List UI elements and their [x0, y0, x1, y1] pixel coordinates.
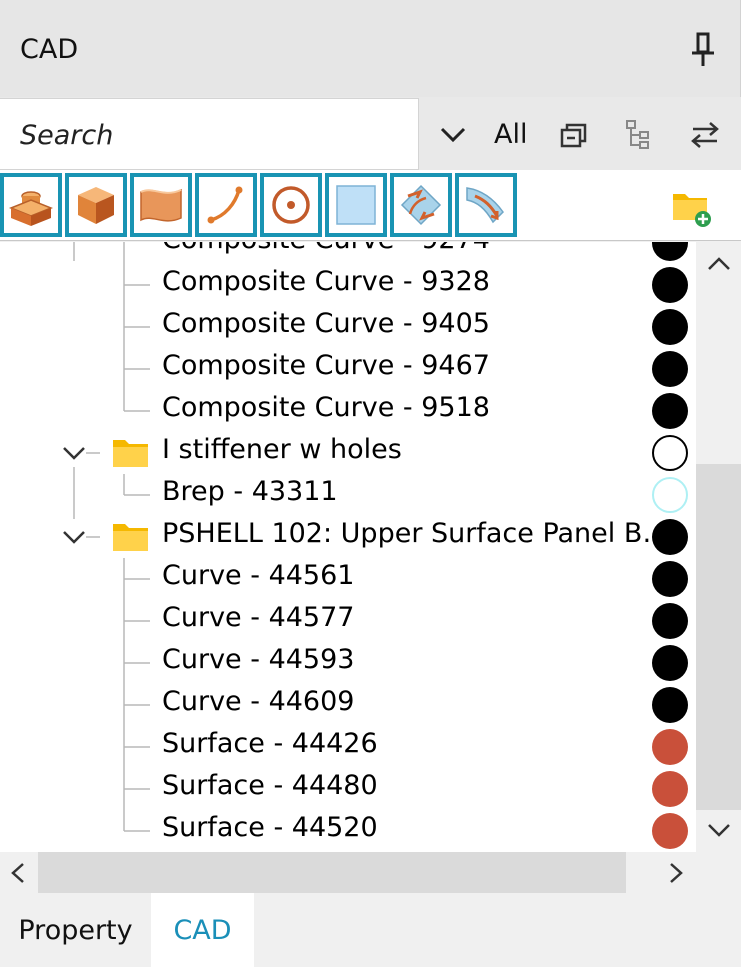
tab-property[interactable]: Property: [0, 893, 151, 967]
color-swatch[interactable]: [652, 813, 688, 849]
tree-row[interactable]: Brep - 43311: [0, 474, 696, 516]
sweep-button[interactable]: [455, 173, 517, 237]
tree-row[interactable]: Surface - 44480: [0, 768, 696, 810]
tree-row-label: Composite Curve - 9405: [162, 308, 490, 339]
tree-row-label: Surface - 44520: [162, 812, 378, 843]
point-button[interactable]: [260, 173, 322, 237]
curve-button[interactable]: [195, 173, 257, 237]
chevron-down-icon[interactable]: [705, 818, 733, 842]
transform-icon: [400, 184, 442, 226]
chevron-right-icon[interactable]: [664, 860, 688, 886]
tree-row-label: Brep - 43311: [162, 476, 338, 507]
swap-icon[interactable]: [688, 118, 722, 152]
point-icon: [272, 186, 310, 224]
tree-row[interactable]: Curve - 44577: [0, 600, 696, 642]
filter-select[interactable]: All: [494, 119, 527, 150]
chevron-down-icon[interactable]: [60, 526, 88, 548]
color-swatch[interactable]: [652, 729, 688, 765]
chevron-up-icon[interactable]: [705, 252, 733, 276]
pin-icon[interactable]: [686, 30, 720, 70]
tree-row-label: PSHELL 102: Upper Surface Panel B…: [162, 518, 670, 549]
tree-folder-row[interactable]: PSHELL 102: Upper Surface Panel B…: [0, 516, 696, 558]
color-swatch[interactable]: [652, 309, 688, 345]
folder-icon: [113, 440, 148, 467]
tree-row[interactable]: Composite Curve - 9405: [0, 306, 696, 348]
tree-row-label: Composite Curve - 9274: [162, 242, 490, 255]
folder-icon: [113, 524, 148, 551]
tree-row[interactable]: Composite Curve - 9467: [0, 348, 696, 390]
chevron-down-icon[interactable]: [436, 118, 470, 152]
tree-row-label: Composite Curve - 9328: [162, 266, 490, 297]
color-swatch[interactable]: [652, 603, 688, 639]
plane-button[interactable]: [325, 173, 387, 237]
color-swatch[interactable]: [652, 435, 688, 471]
tree-row-label: Composite Curve - 9467: [162, 350, 490, 381]
curve-icon: [207, 186, 243, 224]
panel-header: CAD: [0, 0, 741, 97]
search-box[interactable]: [0, 98, 419, 170]
panel-title: CAD: [20, 34, 79, 65]
create-toolbar: [0, 170, 741, 241]
tree-row[interactable]: Composite Curve - 9518: [0, 390, 696, 432]
surface-sheet-button[interactable]: [130, 173, 192, 237]
color-swatch[interactable]: [652, 687, 688, 723]
color-swatch[interactable]: [652, 519, 688, 555]
color-swatch[interactable]: [652, 477, 688, 513]
plane-icon: [336, 185, 376, 225]
sweep-icon: [466, 187, 504, 224]
color-swatch[interactable]: [652, 242, 688, 261]
tree-row[interactable]: Curve - 44593: [0, 642, 696, 684]
color-swatch[interactable]: [652, 393, 688, 429]
solid-box-icon: [78, 187, 114, 224]
tree-folder-row[interactable]: I stiffener w holes: [0, 432, 696, 474]
tree-row[interactable]: Composite Curve - 9274: [0, 242, 696, 264]
solid-box-button[interactable]: [65, 173, 127, 237]
tree-row[interactable]: Curve - 44561: [0, 558, 696, 600]
vertical-scroll-thumb[interactable]: [696, 464, 741, 810]
tree-row-label: Surface - 44480: [162, 770, 378, 801]
tree-row[interactable]: Surface - 44426: [0, 726, 696, 768]
tree-row-label: I stiffener w holes: [162, 434, 402, 465]
new-folder-icon[interactable]: [671, 188, 713, 228]
tree-row-label: Composite Curve - 9518: [162, 392, 490, 423]
solid-extrude-button[interactable]: [0, 173, 62, 237]
tree-row-label: Curve - 44577: [162, 602, 355, 633]
horizontal-scrollbar[interactable]: [0, 852, 741, 893]
tree-row-label: Curve - 44593: [162, 644, 355, 675]
bottom-tabs: Property CAD: [0, 893, 741, 967]
vertical-scrollbar[interactable]: [696, 242, 741, 852]
tree-view-icon[interactable]: [622, 118, 656, 152]
chevron-down-icon[interactable]: [60, 442, 88, 464]
color-swatch[interactable]: [652, 267, 688, 303]
cad-tree[interactable]: Composite Curve - 9274 Composite Curve -…: [0, 242, 696, 852]
transform-button[interactable]: [390, 173, 452, 237]
chevron-left-icon[interactable]: [6, 860, 30, 886]
horizontal-scroll-thumb[interactable]: [38, 852, 626, 893]
search-input[interactable]: [20, 115, 410, 155]
color-swatch[interactable]: [652, 351, 688, 387]
tree-row-label: Surface - 44426: [162, 728, 378, 759]
tree-row[interactable]: Composite Curve - 9328: [0, 264, 696, 306]
tree-row-label: Curve - 44561: [162, 560, 355, 591]
surface-sheet-icon: [140, 188, 182, 222]
color-swatch[interactable]: [652, 771, 688, 807]
tree-row-label: Curve - 44609: [162, 686, 355, 717]
solid-extrude-icon: [8, 191, 54, 226]
tree-row[interactable]: Curve - 44609: [0, 684, 696, 726]
tab-cad[interactable]: CAD: [151, 893, 254, 967]
collapse-all-icon[interactable]: [558, 118, 592, 152]
color-swatch[interactable]: [652, 561, 688, 597]
color-swatch[interactable]: [652, 645, 688, 681]
tree-row[interactable]: Surface - 44520: [0, 810, 696, 852]
